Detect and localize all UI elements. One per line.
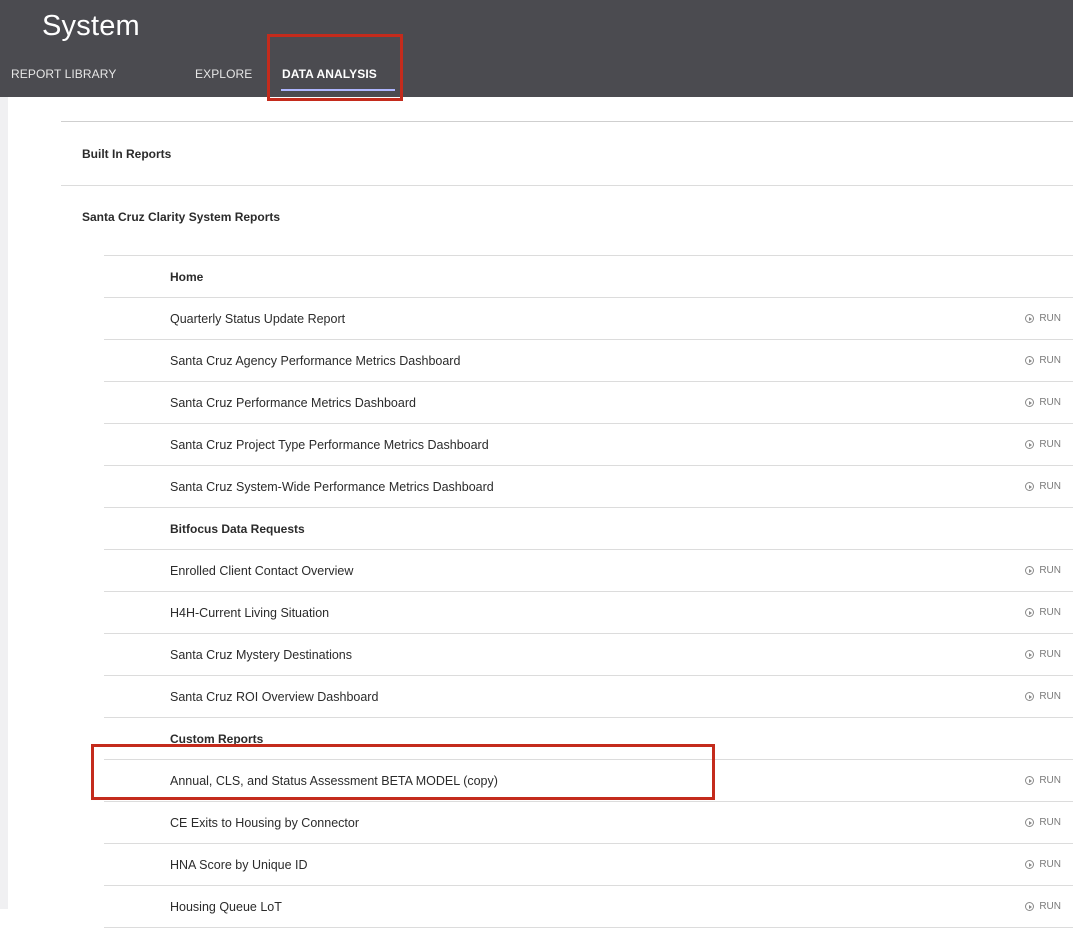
run-button[interactable]: RUN (1025, 676, 1061, 717)
highlight-box-annual-cls (91, 744, 715, 800)
run-button[interactable]: RUN (1025, 844, 1061, 885)
play-circle-icon (1025, 482, 1035, 491)
list-group-header: Bitfocus Data Requests (104, 508, 1073, 550)
list-item[interactable]: Santa Cruz ROI Overview Dashboard RUN (104, 676, 1073, 718)
list-group-header: Home (104, 256, 1073, 298)
play-circle-icon (1025, 440, 1035, 449)
play-circle-icon (1025, 314, 1035, 323)
play-circle-icon (1025, 818, 1035, 827)
play-circle-icon (1025, 902, 1035, 911)
app-title: System (42, 10, 140, 42)
list-item[interactable]: HNA Score by Unique ID RUN (104, 844, 1073, 886)
report-list: Home Quarterly Status Update Report RUN San… (104, 255, 1073, 928)
report-name[interactable]: Quarterly Status Update Report (170, 312, 345, 326)
play-circle-icon (1025, 608, 1035, 617)
run-label: RUN (1039, 901, 1061, 912)
left-rail (0, 97, 8, 909)
run-label: RUN (1039, 607, 1061, 618)
run-label: RUN (1039, 481, 1061, 492)
run-button[interactable]: RUN (1025, 886, 1061, 927)
section-label: Santa Cruz Clarity System Reports (82, 210, 281, 224)
list-item[interactable]: Santa Cruz Mystery Destinations RUN (104, 634, 1073, 676)
list-item[interactable]: Santa Cruz Project Type Performance Metr… (104, 424, 1073, 466)
run-button[interactable]: RUN (1025, 424, 1061, 465)
run-label: RUN (1039, 313, 1061, 324)
play-circle-icon (1025, 398, 1035, 407)
list-item[interactable]: Enrolled Client Contact Overview RUN (104, 550, 1073, 592)
run-button[interactable]: RUN (1025, 340, 1061, 381)
app-header: System REPORT LIBRARY EXPLORE DATA ANALY… (0, 0, 1073, 97)
list-item[interactable]: CE Exits to Housing by Connector RUN (104, 802, 1073, 844)
run-label: RUN (1039, 439, 1061, 450)
report-name[interactable]: HNA Score by Unique ID (170, 858, 308, 872)
list-item[interactable]: Quarterly Status Update Report RUN (104, 298, 1073, 340)
section-label: Built In Reports (82, 147, 172, 161)
list-item[interactable]: Santa Cruz System-Wide Performance Metri… (104, 466, 1073, 508)
report-name[interactable]: Santa Cruz Project Type Performance Metr… (170, 438, 489, 452)
play-circle-icon (1025, 860, 1035, 869)
report-name[interactable]: Enrolled Client Contact Overview (170, 564, 353, 578)
run-button[interactable]: RUN (1025, 298, 1061, 339)
divider (61, 121, 1073, 122)
report-name[interactable]: Santa Cruz ROI Overview Dashboard (170, 690, 378, 704)
report-name[interactable]: Santa Cruz Performance Metrics Dashboard (170, 396, 416, 410)
run-label: RUN (1039, 565, 1061, 576)
group-label: Home (170, 269, 204, 284)
report-name[interactable]: Santa Cruz System-Wide Performance Metri… (170, 480, 494, 494)
run-label: RUN (1039, 817, 1061, 828)
group-label: Bitfocus Data Requests (170, 521, 305, 536)
play-circle-icon (1025, 566, 1035, 575)
run-label: RUN (1039, 649, 1061, 660)
section-system-reports[interactable]: Santa Cruz Clarity System Reports (61, 186, 1073, 248)
play-circle-icon (1025, 692, 1035, 701)
highlight-box-data-analysis (267, 34, 403, 101)
run-button[interactable]: RUN (1025, 382, 1061, 423)
play-circle-icon (1025, 356, 1035, 365)
report-name[interactable]: CE Exits to Housing by Connector (170, 816, 359, 830)
section-built-in-reports[interactable]: Built In Reports (61, 123, 1073, 186)
run-button[interactable]: RUN (1025, 634, 1061, 675)
run-button[interactable]: RUN (1025, 466, 1061, 507)
play-circle-icon (1025, 776, 1035, 785)
run-label: RUN (1039, 355, 1061, 366)
run-label: RUN (1039, 691, 1061, 702)
report-name[interactable]: Santa Cruz Mystery Destinations (170, 648, 352, 662)
play-circle-icon (1025, 650, 1035, 659)
report-name[interactable]: Santa Cruz Agency Performance Metrics Da… (170, 354, 460, 368)
list-item[interactable]: Santa Cruz Agency Performance Metrics Da… (104, 340, 1073, 382)
run-label: RUN (1039, 859, 1061, 870)
run-button[interactable]: RUN (1025, 592, 1061, 633)
run-button[interactable]: RUN (1025, 802, 1061, 843)
tab-explore[interactable]: EXPLORE (195, 62, 252, 86)
tab-report-library[interactable]: REPORT LIBRARY (11, 62, 116, 86)
list-item[interactable]: Santa Cruz Performance Metrics Dashboard… (104, 382, 1073, 424)
run-label: RUN (1039, 397, 1061, 408)
list-item[interactable]: H4H-Current Living Situation RUN (104, 592, 1073, 634)
run-button[interactable]: RUN (1025, 550, 1061, 591)
run-label: RUN (1039, 775, 1061, 786)
list-item[interactable]: Housing Queue LoT RUN (104, 886, 1073, 928)
run-button[interactable]: RUN (1025, 760, 1061, 801)
report-name[interactable]: Housing Queue LoT (170, 900, 282, 914)
report-name[interactable]: H4H-Current Living Situation (170, 606, 329, 620)
